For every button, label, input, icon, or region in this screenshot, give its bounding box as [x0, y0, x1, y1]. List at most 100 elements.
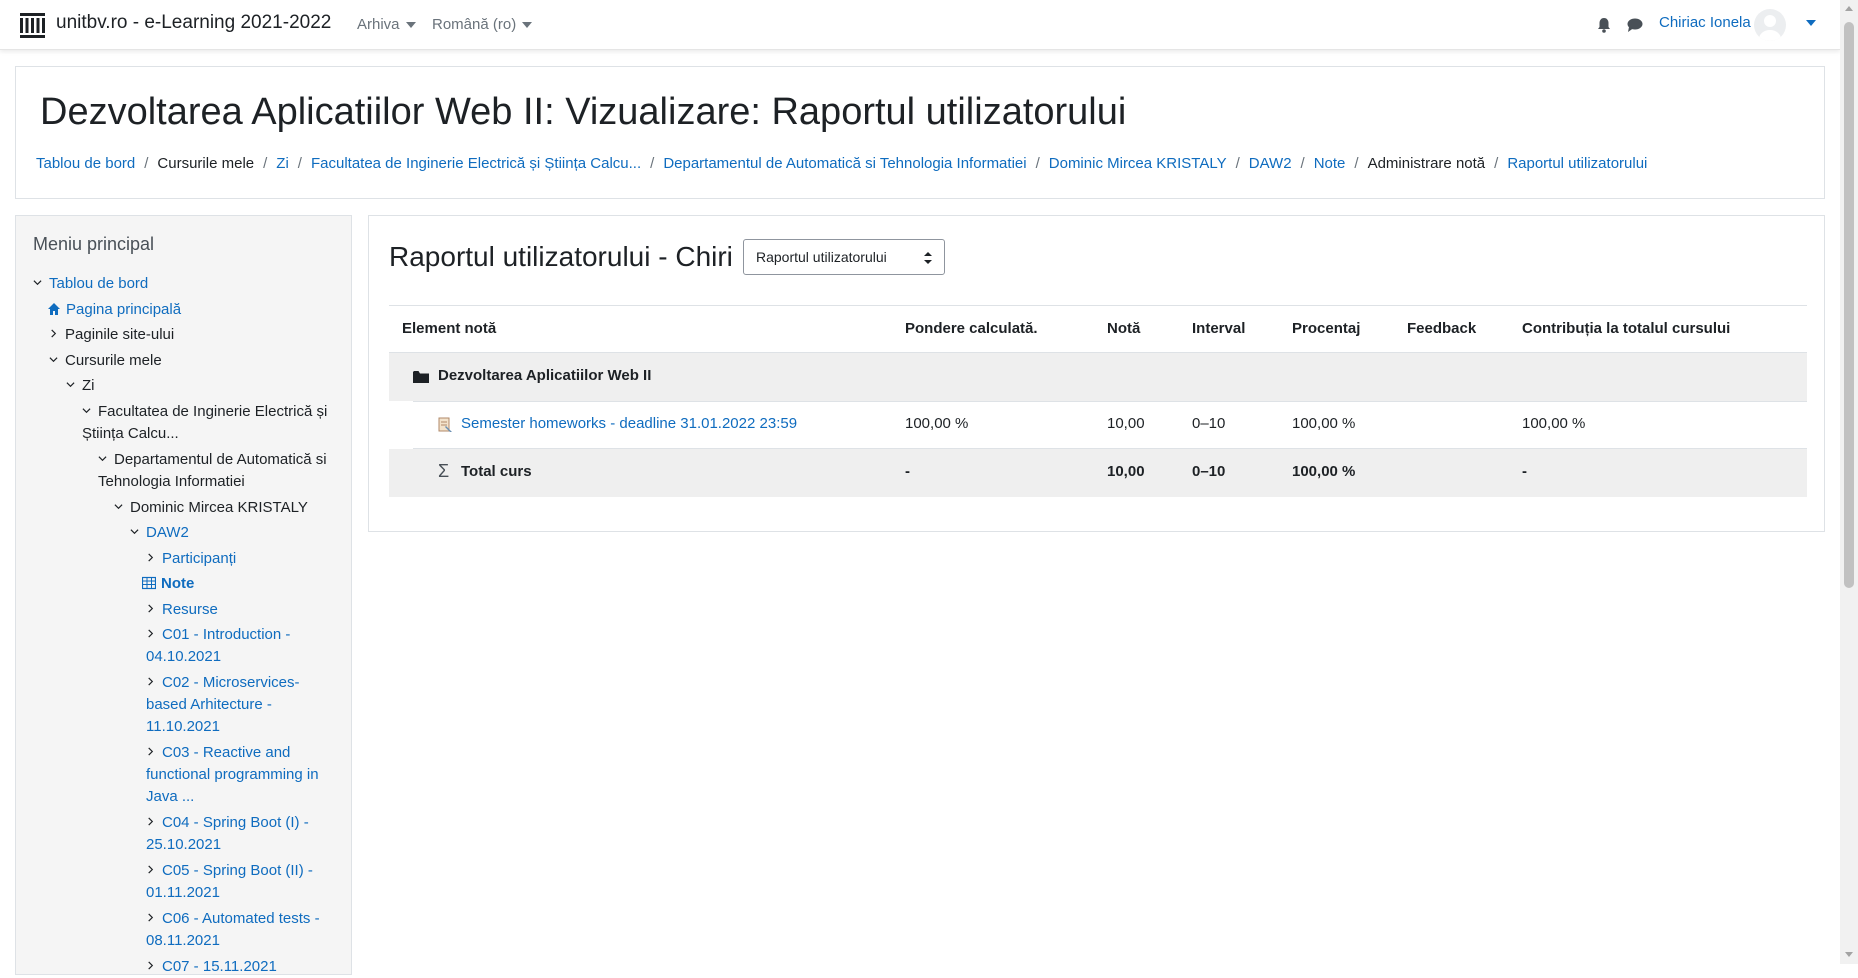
- sidebar-item-c01[interactable]: C01 - Introduction - 04.10.2021: [146, 624, 346, 668]
- avatar-silhouette-icon: [1759, 15, 1781, 41]
- chevron-right-icon: [148, 629, 154, 638]
- scroll-thumb[interactable]: [1844, 22, 1854, 588]
- total-range: 0–10: [1192, 463, 1226, 480]
- breadcrumb-separator: /: [1354, 155, 1359, 172]
- sidebar-item-c06[interactable]: C06 - Automated tests - 08.11.2021: [146, 908, 341, 952]
- breadcrumb-item-course[interactable]: DAW2: [1249, 155, 1292, 172]
- breadcrumb: Tablou de bord / Cursurile mele / Zi / F…: [36, 155, 1647, 172]
- breadcrumb-item-grades[interactable]: Note: [1314, 155, 1346, 172]
- chevron-right-icon: [148, 913, 154, 922]
- sidebar-item-label: C02 - Microservices-based Arhitecture - …: [146, 674, 300, 735]
- sidebar-item-label: DAW2: [146, 524, 189, 541]
- archive-menu[interactable]: Arhiva: [357, 16, 416, 33]
- user-name[interactable]: Chiriac Ionela: [1659, 14, 1751, 31]
- sidebar-item-dashboard[interactable]: Tablou de bord: [33, 273, 148, 295]
- sidebar-item-label: C01 - Introduction - 04.10.2021: [146, 626, 291, 665]
- sidebar-item-c07[interactable]: C07 - 15.11.2021: [146, 956, 341, 978]
- sidebar-item-label: C07 - 15.11.2021: [162, 958, 277, 975]
- breadcrumb-item-dashboard[interactable]: Tablou de bord: [36, 155, 135, 172]
- scroll-down-arrow-icon[interactable]: [1845, 952, 1853, 957]
- sidebar-item-participants[interactable]: Participanți: [146, 548, 236, 570]
- institution-icon[interactable]: [20, 13, 45, 38]
- report-title: Raportul utilizatorului - Chiriac Ionela: [389, 241, 734, 272]
- bell-icon[interactable]: [1595, 16, 1613, 34]
- table-header-row: Element notă Pondere calculată. Notă Int…: [389, 305, 1807, 353]
- breadcrumb-item-department[interactable]: Departamentul de Automatică si Tehnologi…: [663, 155, 1026, 172]
- breadcrumb-separator: /: [297, 155, 302, 172]
- sidebar-item-site-pages[interactable]: Paginile site-ului: [49, 324, 174, 346]
- grade-item-link[interactable]: Semester homeworks - deadline 31.01.2022…: [461, 415, 797, 432]
- total-weight: -: [905, 463, 910, 480]
- select-arrows-icon: [924, 252, 932, 264]
- sidebar-item-label: Dominic Mircea KRISTALY: [130, 499, 308, 516]
- sidebar-item-label: C03 - Reactive and functional programmin…: [146, 744, 319, 805]
- chevron-right-icon: [148, 604, 154, 613]
- sidebar-item-my-courses[interactable]: Cursurile mele: [49, 350, 162, 372]
- chevron-right-icon: [148, 961, 154, 970]
- page-title: Dezvoltarea Aplicatiilor Web II: Vizuali…: [40, 91, 1127, 133]
- breadcrumb-separator: /: [263, 155, 268, 172]
- column-header-grade-item: Element notă: [402, 320, 497, 337]
- sidebar-item-home[interactable]: Pagina principală: [47, 299, 181, 321]
- column-header-contribution: Contribuția la totalul cursului: [1522, 320, 1731, 337]
- folder-icon: [413, 371, 429, 383]
- chat-icon[interactable]: [1626, 16, 1644, 34]
- chevron-down-icon: [82, 408, 91, 414]
- chevron-right-icon: [148, 817, 154, 826]
- sidebar-item-label: C06 - Automated tests - 08.11.2021: [146, 910, 320, 949]
- sidebar-item-daw2[interactable]: DAW2: [130, 522, 189, 544]
- home-icon: [48, 303, 60, 315]
- chevron-down-icon: [66, 382, 75, 388]
- user-menu-caret-icon[interactable]: [1806, 20, 1816, 26]
- chevron-right-icon: [148, 747, 154, 756]
- sidebar-item-label: C05 - Spring Boot (II) - 01.11.2021: [146, 862, 313, 901]
- chevron-down-icon: [49, 357, 58, 363]
- total-contribution: -: [1522, 463, 1527, 480]
- chevron-right-icon: [51, 329, 57, 338]
- page-header: Dezvoltarea Aplicatiilor Web II: Vizuali…: [15, 66, 1825, 199]
- caret-down-icon: [405, 22, 416, 29]
- sidebar-item-faculty[interactable]: Facultatea de Inginerie Electrică și Ști…: [82, 401, 347, 445]
- assignment-icon: [438, 417, 452, 432]
- column-header-grade: Notă: [1107, 320, 1141, 337]
- sidebar-item-c05[interactable]: C05 - Spring Boot (II) - 01.11.2021: [146, 860, 336, 904]
- sidebar-item-label: Departamentul de Automatică si Tehnologi…: [98, 451, 327, 490]
- sidebar-item-zi[interactable]: Zi: [66, 375, 95, 397]
- category-name: Dezvoltarea Aplicatiilor Web II: [438, 367, 652, 384]
- report-type-select-value: Raportul utilizatorului: [756, 249, 887, 265]
- item-range: 0–10: [1192, 415, 1226, 432]
- column-header-range: Interval: [1192, 320, 1246, 337]
- user-avatar[interactable]: [1754, 9, 1786, 41]
- sidebar-item-c02[interactable]: C02 - Microservices-based Arhitecture - …: [146, 672, 326, 738]
- sidebar-item-resources[interactable]: Resurse: [146, 599, 218, 621]
- column-header-feedback: Feedback: [1407, 320, 1477, 337]
- language-menu[interactable]: Română (ro): [432, 16, 533, 33]
- breadcrumb-item-faculty[interactable]: Facultatea de Inginerie Electrică și Ști…: [311, 155, 641, 172]
- sidebar-item-c04[interactable]: C04 - Spring Boot (I) - 25.10.2021: [146, 812, 336, 856]
- total-grade: 10,00: [1107, 463, 1145, 480]
- archive-menu-label: Arhiva: [357, 16, 400, 33]
- scroll-up-arrow-icon[interactable]: [1845, 6, 1853, 11]
- sigma-icon: Σ: [438, 461, 450, 481]
- item-percentage: 100,00 %: [1292, 415, 1356, 432]
- sidebar-item-c03[interactable]: C03 - Reactive and functional programmin…: [146, 742, 346, 808]
- chevron-down-icon: [98, 456, 107, 462]
- item-weight: 100,00 %: [905, 415, 969, 432]
- column-header-percentage: Procentaj: [1292, 320, 1361, 337]
- chevron-down-icon: [114, 504, 123, 510]
- sidebar-item-grades[interactable]: Note: [142, 573, 194, 595]
- page-scrollbar[interactable]: [1840, 0, 1858, 964]
- chevron-right-icon: [148, 865, 154, 874]
- report-type-select[interactable]: Raportul utilizatorului: [743, 239, 945, 275]
- site-name[interactable]: unitbv.ro - e-Learning 2021-2022: [56, 12, 331, 34]
- sidebar-item-teacher[interactable]: Dominic Mircea KRISTALY: [114, 497, 308, 519]
- sidebar-item-label: Cursurile mele: [65, 352, 162, 369]
- breadcrumb-item-zi[interactable]: Zi: [276, 155, 289, 172]
- sidebar-item-department[interactable]: Departamentul de Automatică si Tehnologi…: [98, 449, 348, 493]
- breadcrumb-item-teacher[interactable]: Dominic Mircea KRISTALY: [1049, 155, 1227, 172]
- item-grade: 10,00: [1107, 415, 1145, 432]
- breadcrumb-item-user-report[interactable]: Raportul utilizatorului: [1507, 155, 1647, 172]
- table-row: Semester homeworks - deadline 31.01.2022…: [389, 401, 1807, 449]
- total-name: Total curs: [461, 463, 532, 480]
- sidebar-item-label: Facultatea de Inginerie Electrică și Ști…: [82, 403, 328, 442]
